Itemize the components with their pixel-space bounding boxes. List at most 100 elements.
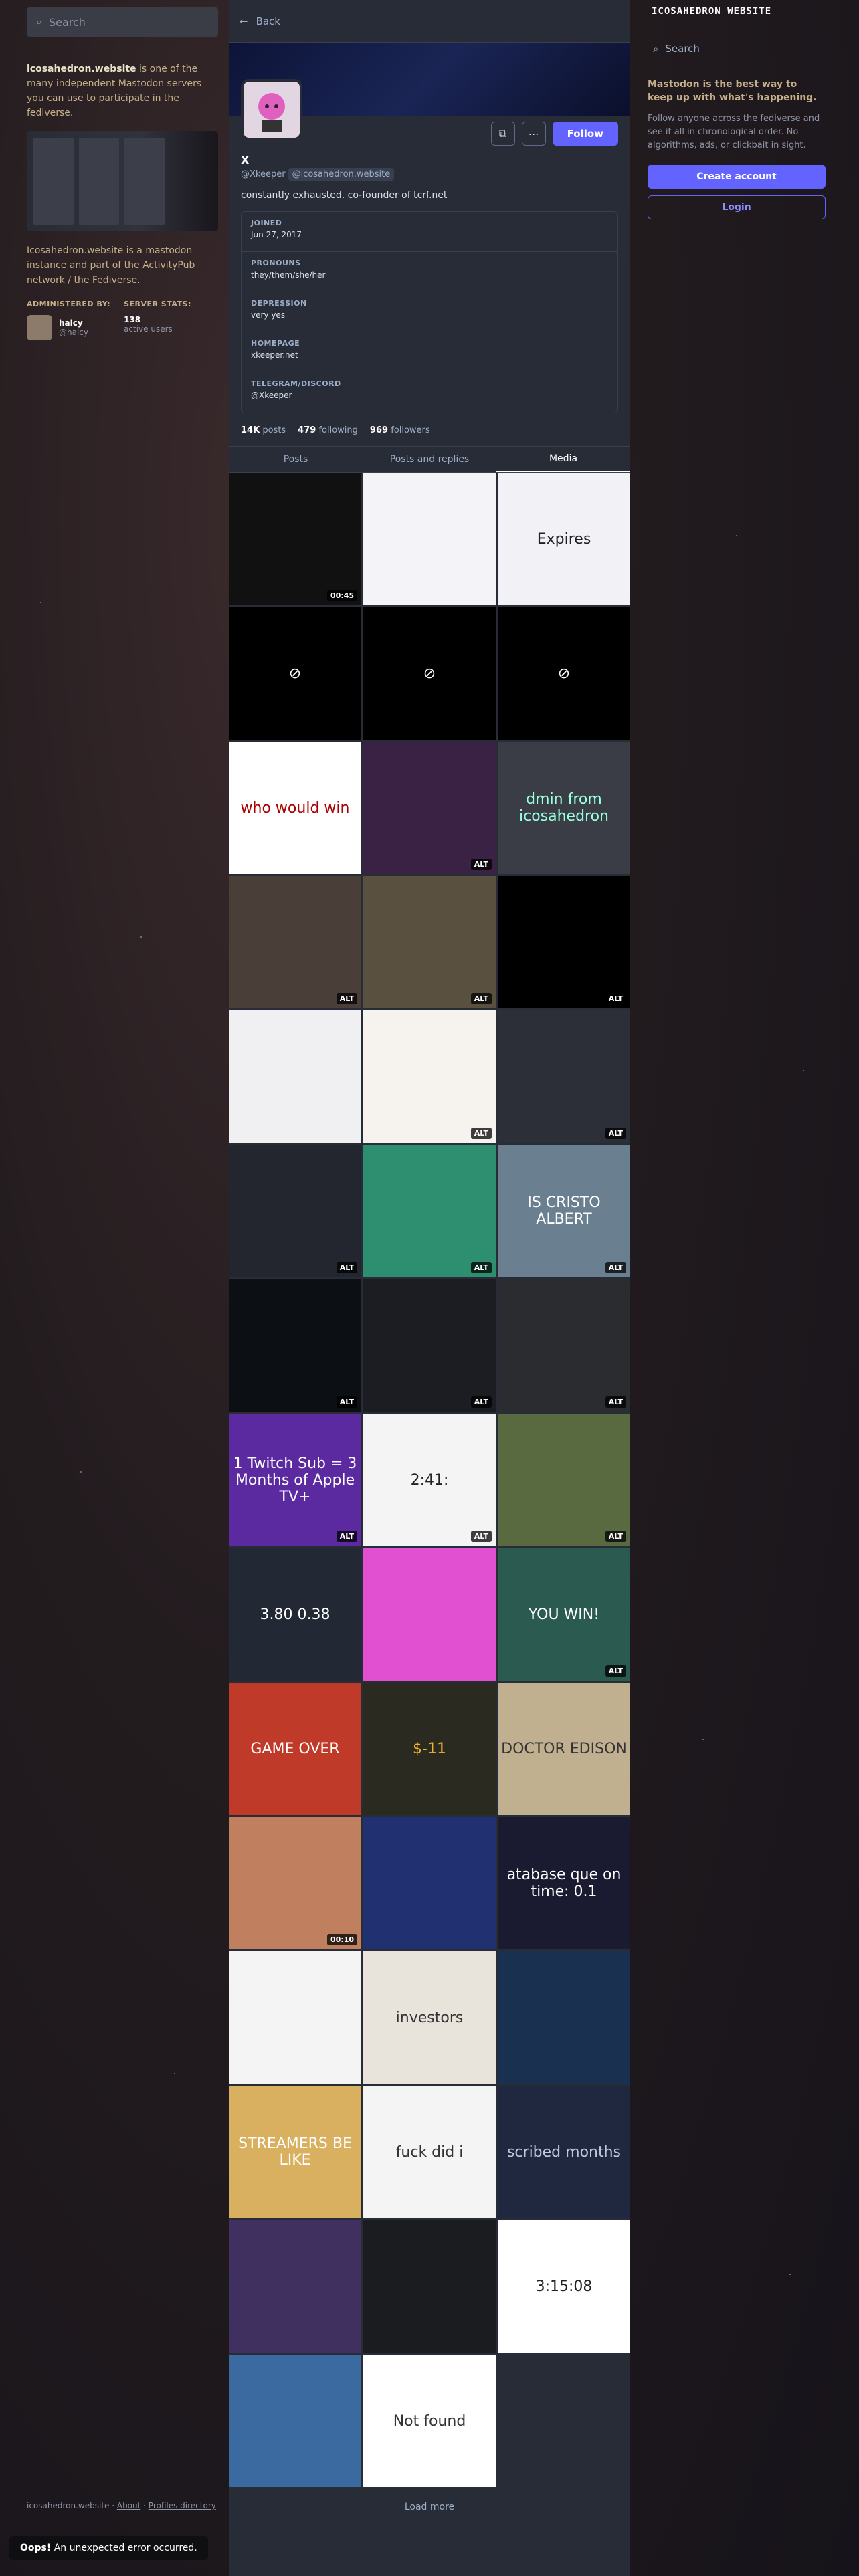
media-text: investors [395,2009,464,2026]
media-item[interactable]: ALT [229,1145,361,1277]
media-item[interactable] [363,473,496,605]
admin-name[interactable]: halcy [59,318,88,328]
follow-button[interactable]: Follow [552,122,618,146]
media-item[interactable]: GAME OVER [229,1683,361,1815]
hidden-media-icon: ⊘ [557,665,571,682]
media-text: who would win [240,799,350,817]
media-item[interactable]: YOU WIN! ALT [498,1548,630,1681]
media-item[interactable]: atabase que on time: 0.1 [498,1817,630,1949]
posts-count[interactable]: 14K posts [241,425,286,435]
search-link[interactable]: ⌕ Search [648,43,826,55]
server-logo[interactable]: ICOSAHEDRON WEBSITE [652,7,826,16]
more-options-icon[interactable]: ⋯ [521,122,546,146]
media-item[interactable]: 3.80 0.38 [229,1548,361,1681]
media-item[interactable]: STREAMERS BE LIKE [229,2086,361,2218]
left-sidebar: ⌕ Search icosahedron.website is one of t… [27,7,218,340]
search-input[interactable]: ⌕ Search [27,7,218,37]
profile-avatar[interactable] [241,79,302,140]
media-item[interactable]: ALT [498,876,630,1008]
media-item[interactable]: scribed months [498,2086,630,2218]
media-item[interactable]: DOCTOR EDISON [498,1683,630,1815]
media-item[interactable]: fuck did i [363,2086,496,2218]
media-item[interactable]: 3:15:08 [498,2220,630,2353]
media-item[interactable]: ALT [498,1279,630,1412]
media-text: 1 Twitch Sub = 3 Months of Apple TV+ [233,1455,357,1505]
media-badge: ALT [470,1396,492,1408]
media-text: 3:15:08 [535,2278,593,2295]
search-icon: ⌕ [653,43,659,55]
followers-count[interactable]: 969 followers [370,425,430,435]
media-badge: ALT [470,859,492,870]
media-item[interactable] [229,1010,361,1143]
media-item[interactable] [498,2355,630,2487]
media-grid: 00:45 Expires ⊘ ⊘ ⊘ who would win ALT dmin from… [229,473,630,2487]
tab-posts[interactable]: Posts [229,447,363,472]
media-text: scribed months [506,2143,622,2161]
field-telegram: TELEGRAM/DISCORD @Xkeeper [251,379,341,400]
media-item[interactable] [363,2220,496,2353]
media-item[interactable]: IS CRISTO ALBERT ALT [498,1145,630,1277]
admin-handle: @halcy [59,328,88,337]
media-item[interactable]: ALT [498,1010,630,1143]
media-item[interactable]: 00:10 [229,1817,361,1949]
media-item[interactable]: ⊘ [498,607,630,740]
media-item[interactable]: ⊘ [229,607,361,740]
media-item[interactable]: ALT [363,876,496,1008]
media-badge: ALT [336,993,357,1004]
media-item[interactable] [229,2355,361,2487]
media-item[interactable] [229,1951,361,2084]
media-item[interactable]: $-11 [363,1683,496,1815]
load-more-button[interactable]: Load more [229,2487,630,2527]
media-item[interactable]: who would win [229,742,361,874]
media-item[interactable] [363,1548,496,1681]
media-item[interactable]: 2:41: ALT [363,1414,496,1546]
media-item[interactable]: ALT [229,1279,361,1412]
footer-about-link[interactable]: About [117,2501,140,2510]
media-badge: ALT [470,1128,492,1139]
hidden-media-icon: ⊘ [423,665,436,682]
hidden-media-icon: ⊘ [288,665,302,682]
media-item[interactable]: ALT [363,1145,496,1277]
media-badge: ALT [470,993,492,1004]
field-depression: DEPRESSION very yes [242,292,617,332]
media-item[interactable]: dmin from icosahedron [498,742,630,874]
admin-avatar[interactable] [27,315,52,340]
footer-directory-link[interactable]: Profiles directory [149,2501,216,2510]
media-item[interactable]: ⊘ [363,607,496,740]
media-item[interactable] [229,2220,361,2353]
administered-by: ADMINISTERED BY: halcy @halcy [27,300,110,340]
media-text: IS CRISTO ALBERT [527,1194,601,1228]
tab-posts-and-replies[interactable]: Posts and replies [363,447,496,472]
copy-icon[interactable]: ⧉ [490,122,515,146]
tab-media[interactable]: Media [496,447,630,472]
media-text: STREAMERS BE LIKE [238,2135,352,2169]
field-pronouns: PRONOUNS they/them/she/her [242,252,617,292]
media-item[interactable]: 1 Twitch Sub = 3 Months of Apple TV+ ALT [229,1414,361,1546]
media-item[interactable]: ALT [363,1279,496,1412]
media-text: 2:41: [410,1471,449,1489]
media-text: fuck did i [395,2143,464,2161]
media-item[interactable] [363,1817,496,1949]
right-sidebar: ICOSAHEDRON WEBSITE ⌕ Search Mastodon is… [648,7,826,219]
media-item[interactable]: ALT [498,1414,630,1546]
media-item[interactable]: Expires [498,473,630,605]
login-button[interactable]: Login [648,195,826,219]
domain-badge[interactable]: @icosahedron.website [288,168,395,181]
media-item[interactable] [498,1951,630,2084]
media-item[interactable]: ALT [229,876,361,1008]
create-account-button[interactable]: Create account [648,165,826,189]
server-stats: SERVER STATS: 138 active users [124,300,191,334]
media-badge: ALT [605,993,626,1004]
media-text: 3.80 0.38 [260,1606,330,1623]
media-item[interactable]: ALT [363,742,496,874]
account-counts: 14K posts 479 following 969 followers [241,425,618,446]
back-button[interactable]: ← Back [229,0,630,43]
media-item[interactable]: ALT [363,1010,496,1143]
media-badge: ALT [605,1396,626,1408]
media-item[interactable]: Not found [363,2355,496,2487]
media-item[interactable]: investors [363,1951,496,2084]
media-item[interactable]: 00:45 [229,473,361,605]
following-count[interactable]: 479 following [298,425,358,435]
media-text: GAME OVER [250,1740,340,1757]
media-badge: ALT [605,1531,626,1542]
